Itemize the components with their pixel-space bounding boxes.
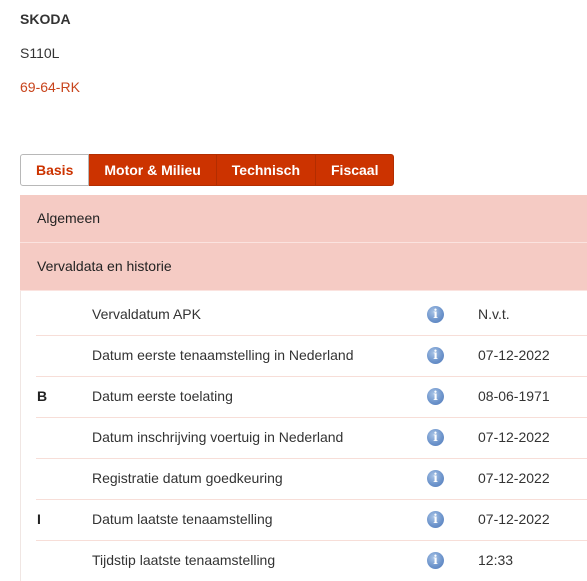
vehicle-make: SKODA [20,11,71,27]
row-label: Tijdstip laatste tenaamstelling [92,552,276,568]
section-header-vervaldata[interactable]: Vervaldata en historie [20,243,587,291]
row-label: Datum inschrijving voertuig in Nederland [92,429,344,445]
row-value: 08-06-1971 [478,388,550,404]
info-icon[interactable]: i [427,306,444,323]
info-icon[interactable]: i [427,552,444,569]
row-value: 12:33 [478,552,514,568]
tab-technisch[interactable]: Technisch [216,154,316,186]
row-value: 07-12-2022 [478,470,550,486]
vehicle-model: S110L [20,45,60,61]
row-code: I [37,511,41,527]
tab-fiscaal[interactable]: Fiscaal [316,154,395,186]
row-value: N.v.t. [478,306,510,322]
row-label: Registratie datum goedkeuring [92,470,283,486]
info-icon[interactable]: i [427,388,444,405]
info-icon[interactable]: i [427,470,444,487]
tab-motor-milieu[interactable]: Motor & Milieu [89,154,217,186]
table-row: Datum inschrijving voertuig in Nederland… [36,418,587,459]
info-icon[interactable]: i [427,429,444,446]
table-row: Registratie datum goedkeuring i 07-12-20… [36,459,587,500]
row-label: Datum eerste tenaamstelling in Nederland [92,347,354,363]
table-row: Vervaldatum APK i N.v.t. [36,295,587,336]
row-value: 07-12-2022 [478,429,550,445]
tab-basis[interactable]: Basis [20,154,90,186]
info-icon[interactable]: i [427,511,444,528]
license-plate: 69-64-RK [20,79,80,95]
detail-rows: Vervaldatum APK i N.v.t. Datum eerste te… [20,291,587,581]
row-label: Datum eerste toelating [92,388,233,404]
details-panel: Algemeen Vervaldata en historie Vervalda… [20,195,587,581]
section-header-algemeen[interactable]: Algemeen [20,195,587,243]
row-value: 07-12-2022 [478,511,550,527]
table-row: B Datum eerste toelating i 08-06-1971 [36,377,587,418]
tab-bar: Basis Motor & Milieu Technisch Fiscaal [20,154,395,186]
row-code: B [37,388,48,404]
row-label: Datum laatste tenaamstelling [92,511,273,527]
table-row: Tijdstip laatste tenaamstelling i 12:33 [36,541,587,581]
row-label: Vervaldatum APK [92,306,201,322]
table-row: Datum eerste tenaamstelling in Nederland… [36,336,587,377]
info-icon[interactable]: i [427,347,444,364]
row-value: 07-12-2022 [478,347,550,363]
table-row: I Datum laatste tenaamstelling i 07-12-2… [36,500,587,541]
